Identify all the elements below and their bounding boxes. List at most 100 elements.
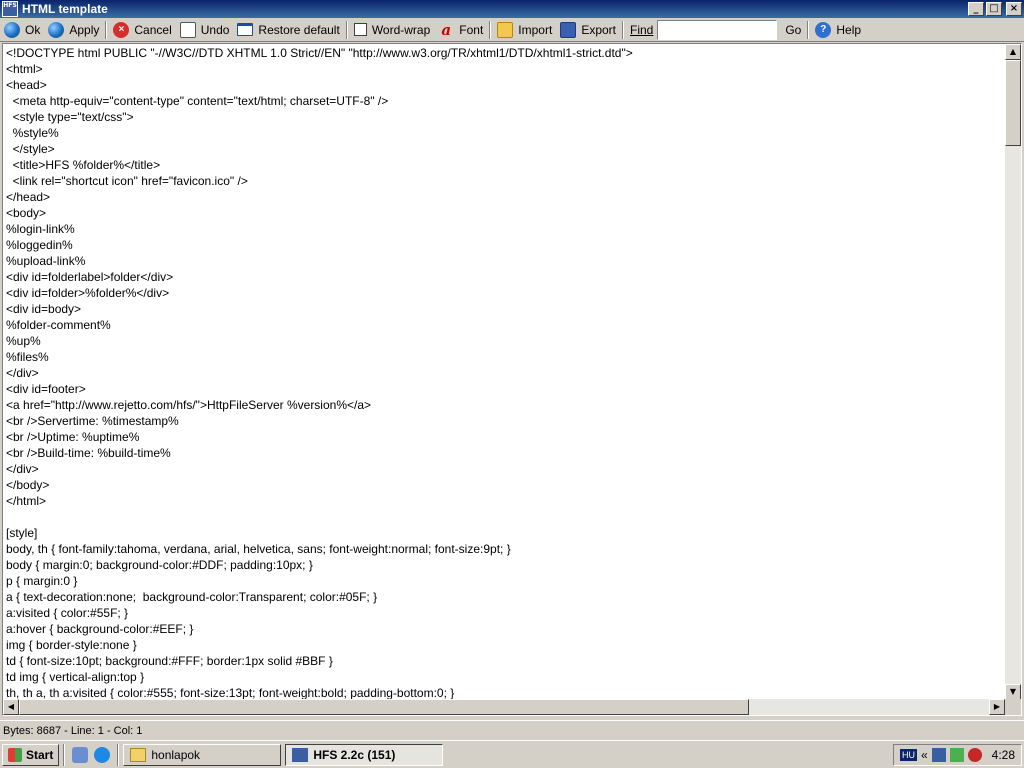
scroll-left-button[interactable]: ◀ [3,699,19,715]
word-wrap-checkbox[interactable]: Word-wrap [350,19,434,41]
code-line: <meta http-equiv="content-type" content=… [6,94,389,108]
code-line: <body> [6,206,47,220]
code-line: <div id=footer> [6,382,86,396]
code-line: th, th a, th a:visited { color:#555; fon… [6,686,455,700]
code-line: <!DOCTYPE html PUBLIC "-//W3C//DTD XHTML… [6,46,633,60]
code-line: <a href="http://www.rejetto.com/hfs/">Ht… [6,398,372,412]
code-text-area[interactable]: <!DOCTYPE html PUBLIC "-//W3C//DTD XHTML… [6,45,1004,700]
toolbar-separator [489,20,492,39]
ok-button[interactable]: Ok [0,19,44,41]
go-button[interactable]: Go [781,19,805,41]
task-label: honlapok [151,747,201,762]
undo-button[interactable]: Undo [176,19,234,41]
taskbar: Start honlapok HFS 2.2c (151) HU « 4:28 [0,740,1024,768]
code-line: td img { vertical-align:top } [6,670,145,684]
code-line: %style% [6,126,59,140]
checkbox-icon [353,23,367,36]
find-input[interactable] [657,19,778,40]
window-title: HTML template [22,2,108,16]
code-line: </head> [6,190,51,204]
find-group: Find [626,19,781,41]
task-honlapok[interactable]: honlapok [123,743,282,766]
ok-label: Ok [25,22,41,37]
code-line: </style> [6,142,55,156]
hfs-app-icon [292,747,309,762]
task-label: HFS 2.2c (151) [313,747,396,762]
show-desktop-icon[interactable] [72,746,89,763]
template-editor[interactable]: <!DOCTYPE html PUBLIC "-//W3C//DTD XHTML… [2,43,1022,716]
code-line: %loggedin% [6,238,73,252]
import-button[interactable]: Import [493,19,556,41]
language-indicator[interactable]: HU [899,749,917,761]
code-line: a:visited { color:#55F; } [6,606,129,620]
window-controls: _ □ × [968,2,1022,16]
code-line: <br />Uptime: %uptime% [6,430,140,444]
scroll-up-button[interactable]: ▲ [1005,44,1021,60]
code-line: </html> [6,494,47,508]
find-label: Find [630,22,654,37]
code-line: img { border-style:none } [6,638,137,652]
code-line: </div> [6,366,39,380]
code-line: [style] [6,526,38,540]
start-label: Start [26,747,54,762]
horizontal-scroll-thumb[interactable] [19,699,749,715]
code-line: p { margin:0 } [6,574,78,588]
globe-icon [4,21,20,38]
export-button[interactable]: Export [556,19,620,41]
code-line: %files% [6,350,49,364]
code-line: %upload-link% [6,254,86,268]
code-line: <br />Servertime: %timestamp% [6,414,179,428]
code-line: </body> [6,478,50,492]
scroll-down-button[interactable]: ▼ [1005,684,1021,700]
code-line: body, th { font-family:tahoma, verdana, … [6,542,511,556]
undo-label: Undo [200,22,230,37]
maximize-button[interactable]: □ [986,2,1002,16]
tray-expand-chevron[interactable]: « [921,748,928,762]
folder-icon [130,747,147,762]
cancel-label: Cancel [134,22,172,37]
code-line: td { font-size:10pt; background:#FFF; bo… [6,654,333,668]
code-line: <br />Build-time: %build-time% [6,446,171,460]
clock: 4:28 [991,748,1015,762]
toolbar-separator [622,20,624,39]
cancel-icon: × [113,21,130,38]
vertical-scrollbar[interactable]: ▲ ▼ [1005,44,1021,700]
vertical-scroll-thumb[interactable] [1005,60,1021,146]
windows-flag-icon [8,747,22,762]
code-line: <link rel="shortcut icon" href="favicon.… [6,174,248,188]
status-bar: Bytes: 8687 - Line: 1 - Col: 1 [0,720,1024,740]
undo-icon [179,21,196,38]
scrollbar-corner [1005,699,1021,715]
code-line: <html> [6,62,43,76]
hfs-tray-icon[interactable] [931,748,946,762]
apply-button[interactable]: Apply [44,19,103,41]
help-button[interactable]: ? Help [811,19,865,41]
font-button[interactable]: a Font [434,19,487,41]
font-icon: a [441,20,452,39]
close-button[interactable]: × [1006,2,1022,16]
help-icon: ? [815,21,832,38]
scroll-right-button[interactable]: ▶ [989,699,1005,715]
quicklaunch-separator [117,743,120,766]
minimize-button[interactable]: _ [968,2,984,16]
toolbar-separator [807,20,810,39]
code-line: a:hover { background-color:#EEF; } [6,622,194,636]
save-disk-icon [560,21,577,38]
window-icon [237,23,254,36]
cancel-button[interactable]: × Cancel [109,19,175,41]
security-shield-icon[interactable] [967,748,982,762]
toolbar-separator [105,20,108,39]
hfs-app-icon: HFS [2,1,18,17]
export-label: Export [581,22,616,37]
internet-explorer-icon[interactable] [94,746,111,763]
restore-default-label: Restore default [258,22,340,37]
horizontal-scrollbar[interactable]: ◀ ▶ [3,699,1005,715]
restore-default-button[interactable]: Restore default [233,19,343,41]
network-icon[interactable] [949,748,964,762]
start-button[interactable]: Start [2,743,60,766]
word-wrap-label: Word-wrap [371,22,431,37]
code-line: <title>HFS %folder%</title> [6,158,161,172]
task-hfs[interactable]: HFS 2.2c (151) [285,743,444,766]
toolbar: Ok Apply × Cancel Undo Restore default W… [0,18,1024,42]
